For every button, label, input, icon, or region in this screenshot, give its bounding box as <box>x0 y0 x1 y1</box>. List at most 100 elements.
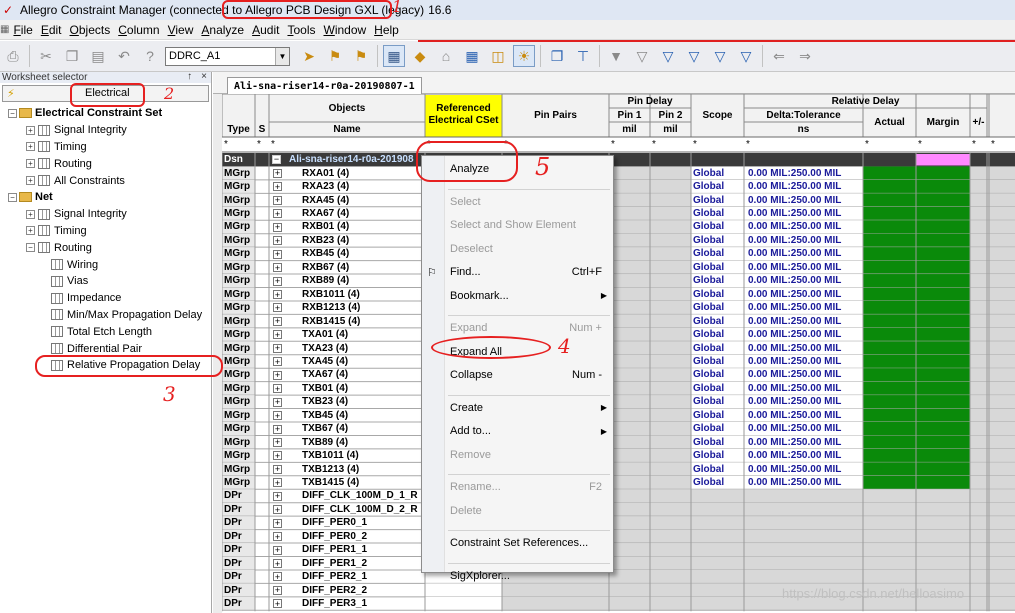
filter-wildcard[interactable]: * <box>611 138 621 151</box>
table-row-name[interactable]: RXB1011 (4) <box>302 288 425 301</box>
funnel-grid-icon[interactable]: ▽ <box>735 45 757 67</box>
tree-item-ecs-signal-integrity[interactable]: + Signal Integrity <box>0 122 212 139</box>
menu-item-sigxplorer[interactable]: SigXplorer... <box>450 568 510 584</box>
table-row-name[interactable]: DIFF_PER1_2 <box>302 557 425 570</box>
expand-icon[interactable]: + <box>26 176 35 186</box>
close-icon[interactable]: × <box>201 71 207 82</box>
expand-icon[interactable]: + <box>273 545 282 555</box>
table-row-delta-tolerance[interactable]: 0.00 MIL:250.00 MIL <box>748 368 863 381</box>
table-row-delta-tolerance[interactable]: 0.00 MIL:250.00 MIL <box>748 341 863 354</box>
grid-icon[interactable]: ▦ <box>461 45 483 67</box>
table-row-name[interactable]: RXA67 (4) <box>302 207 425 220</box>
menu-item-constraint-set-references[interactable]: Constraint Set References... <box>450 535 588 551</box>
menu-item-add-to[interactable]: Add to... <box>450 423 491 439</box>
table-row-delta-tolerance[interactable]: 0.00 MIL:250.00 MIL <box>748 449 863 462</box>
pin-icon[interactable]: ⚑ <box>324 45 346 67</box>
tree-item-ecs-all-constraints[interactable]: + All Constraints <box>0 172 212 189</box>
expand-icon[interactable]: + <box>273 384 282 394</box>
expand-icon[interactable]: + <box>273 195 282 205</box>
menu-item-create[interactable]: Create <box>450 400 483 416</box>
table-row-delta-tolerance[interactable]: 0.00 MIL:250.00 MIL <box>748 220 863 233</box>
expand-icon[interactable]: + <box>273 532 282 542</box>
table-row-delta-tolerance[interactable]: 0.00 MIL:250.00 MIL <box>748 207 863 220</box>
expand-icon[interactable]: + <box>273 168 282 178</box>
table-row-name[interactable]: TXA23 (4) <box>302 341 425 354</box>
table-row-name[interactable]: RXB1213 (4) <box>302 301 425 314</box>
funnel-edit-icon[interactable]: ▽ <box>709 45 731 67</box>
expand-icon[interactable]: + <box>273 209 282 219</box>
sun-icon[interactable]: ☀ <box>513 45 535 67</box>
menu-tools[interactable]: Tools <box>283 23 319 37</box>
menu-audit[interactable]: Audit <box>248 23 283 37</box>
filter-wildcard[interactable]: * <box>224 138 234 151</box>
table-row-delta-tolerance[interactable]: 0.00 MIL:250.00 MIL <box>748 395 863 408</box>
expand-icon[interactable]: + <box>273 437 282 447</box>
expand-icon[interactable]: + <box>26 209 35 219</box>
table-row-name[interactable]: RXA23 (4) <box>302 180 425 193</box>
table-row-delta-tolerance[interactable]: 0.00 MIL:250.00 MIL <box>748 382 863 395</box>
table-row-delta-tolerance[interactable]: 0.00 MIL:250.00 MIL <box>748 166 863 179</box>
table-row-delta-tolerance[interactable]: 0.00 MIL:250.00 MIL <box>748 288 863 301</box>
filter-wildcard[interactable]: * <box>693 138 703 151</box>
table-row-name[interactable]: TXA01 (4) <box>302 328 425 341</box>
table-row-name[interactable]: DIFF_CLK_100M_D_2_R <box>302 503 425 516</box>
menu-edit[interactable]: Edit <box>37 23 66 37</box>
help-icon[interactable]: ? <box>139 45 161 67</box>
expand-icon[interactable]: + <box>273 222 282 232</box>
undo-icon[interactable]: ↶ <box>113 45 135 67</box>
table-row-delta-tolerance[interactable]: 0.00 MIL:250.00 MIL <box>748 261 863 274</box>
tree-item-wiring[interactable]: Wiring <box>0 256 212 273</box>
table-row-name[interactable]: TXB01 (4) <box>302 382 425 395</box>
table-row-delta-tolerance[interactable]: 0.00 MIL:250.00 MIL <box>748 314 863 327</box>
table-row-name[interactable]: TXB1415 (4) <box>302 476 425 489</box>
link-icon[interactable]: ⊤ <box>572 45 594 67</box>
chevron-down-icon[interactable]: ▼ <box>275 47 289 65</box>
table-row-name[interactable]: RXA45 (4) <box>302 193 425 206</box>
tree-item-min-max-propagation-delay[interactable]: Min/Max Propagation Delay <box>0 307 212 324</box>
table-row-name[interactable]: TXB89 (4) <box>302 435 425 448</box>
menu-item-find[interactable]: Find... <box>450 264 481 280</box>
table-row-name[interactable]: RXA01 (4) <box>302 166 425 179</box>
filter-wildcard[interactable]: * <box>652 138 662 151</box>
table-row-name[interactable]: RXB01 (4) <box>302 220 425 233</box>
expand-icon[interactable]: + <box>26 226 35 236</box>
expand-icon[interactable]: + <box>273 316 282 326</box>
table-row-delta-tolerance[interactable]: 0.00 MIL:250.00 MIL <box>748 234 863 247</box>
table-row-name[interactable]: RXB1415 (4) <box>302 314 425 327</box>
expand-icon[interactable]: + <box>273 464 282 474</box>
pin-icon[interactable]: ↑ <box>187 71 192 82</box>
table-row-name[interactable]: DIFF_PER0_2 <box>302 530 425 543</box>
menu-analyze[interactable]: Analyze <box>197 23 248 37</box>
tree-item-impedance[interactable]: Impedance <box>0 290 212 307</box>
expand-icon[interactable]: + <box>273 424 282 434</box>
expand-icon[interactable]: + <box>273 491 282 501</box>
menu-item-collapse[interactable]: Collapse <box>450 367 493 383</box>
table-row-name[interactable]: TXB1011 (4) <box>302 449 425 462</box>
collapse-icon[interactable]: − <box>272 155 281 164</box>
filter-icon[interactable]: ◫ <box>487 45 509 67</box>
filter-wildcard[interactable]: * <box>865 138 875 151</box>
forward-arrow-icon[interactable]: ⇒ <box>794 45 816 67</box>
expand-icon[interactable]: + <box>273 276 282 286</box>
table-row-name[interactable]: DIFF_PER2_2 <box>302 583 425 596</box>
paste-icon[interactable]: ▤ <box>87 45 109 67</box>
menu-help[interactable]: Help <box>370 23 403 37</box>
menu-objects[interactable]: Objects <box>66 23 115 37</box>
tree-item-total-etch-length[interactable]: Total Etch Length <box>0 323 212 340</box>
copy-icon[interactable]: ❐ <box>61 45 83 67</box>
expand-icon[interactable]: + <box>273 599 282 609</box>
cut-icon[interactable]: ✂ <box>35 45 57 67</box>
table-row-delta-tolerance[interactable]: 0.00 MIL:250.00 MIL <box>748 435 863 448</box>
filter-wildcard[interactable]: * <box>271 138 281 151</box>
table-row-delta-tolerance[interactable]: 0.00 MIL:250.00 MIL <box>748 193 863 206</box>
expand-icon[interactable]: + <box>273 559 282 568</box>
collapse-icon[interactable]: − <box>8 108 17 118</box>
cursor-icon[interactable]: ➤ <box>298 45 320 67</box>
funnel-star-icon[interactable]: ▽ <box>683 45 705 67</box>
tree-item-vias[interactable]: Vias <box>0 273 212 290</box>
table-row-delta-tolerance[interactable]: 0.00 MIL:250.00 MIL <box>748 476 863 489</box>
table-row-name[interactable]: TXB67 (4) <box>302 422 425 435</box>
filter-wildcard[interactable]: * <box>257 138 267 151</box>
table-row-name[interactable]: DIFF_PER1_1 <box>302 543 425 556</box>
menu-view[interactable]: View <box>164 23 198 37</box>
